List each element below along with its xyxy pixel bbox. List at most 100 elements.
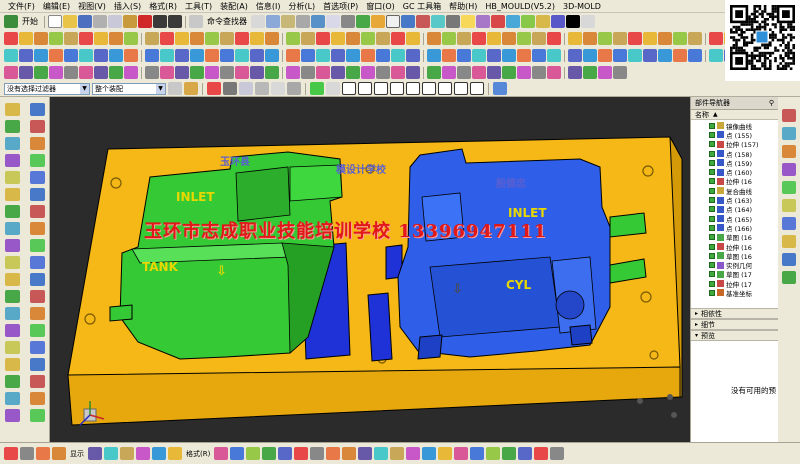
visibility-checkbox[interactable]	[709, 206, 715, 213]
tree-node[interactable]: 草图 (16	[691, 251, 778, 261]
trim-icon[interactable]	[5, 375, 20, 388]
shell-icon[interactable]	[190, 49, 204, 62]
analysis-icon[interactable]	[454, 447, 469, 460]
palette-icon[interactable]	[782, 253, 796, 266]
visibility-checkbox[interactable]	[709, 289, 715, 296]
layer-copy-icon[interactable]	[64, 66, 78, 79]
pad-icon[interactable]	[79, 49, 93, 62]
visibility-checkbox[interactable]	[709, 122, 715, 129]
offset-icon[interactable]	[310, 447, 325, 460]
bottom-display-label[interactable]: 显示	[68, 449, 86, 459]
vertex-snap-icon[interactable]	[310, 82, 324, 95]
menu-item-11[interactable]: GC 工具箱	[399, 1, 445, 12]
move-icon[interactable]	[390, 447, 405, 460]
window-icon[interactable]	[266, 15, 280, 28]
thicken-sheet-icon[interactable]	[406, 49, 420, 62]
reorder-icon[interactable]	[190, 66, 204, 79]
black-square-icon[interactable]	[566, 15, 580, 28]
measure-icon[interactable]	[5, 256, 20, 269]
visibility-checkbox[interactable]	[709, 178, 715, 185]
info-icon[interactable]	[30, 256, 45, 269]
boss-icon[interactable]	[49, 49, 63, 62]
menu-item-7[interactable]: 信息(I)	[252, 1, 285, 12]
menu-item-4[interactable]: 格式(R)	[145, 1, 181, 12]
spline-icon[interactable]	[49, 32, 63, 45]
menu-item-6[interactable]: 装配(A)	[216, 1, 252, 12]
swept-icon[interactable]	[457, 49, 471, 62]
text-icon[interactable]	[316, 32, 330, 45]
spline-edit-icon[interactable]	[628, 32, 642, 45]
scale-body-icon[interactable]	[346, 49, 360, 62]
routing-icon[interactable]	[583, 66, 597, 79]
n-sided-icon[interactable]	[472, 49, 486, 62]
dimension-icon[interactable]	[286, 32, 300, 45]
subtract-icon[interactable]	[265, 49, 279, 62]
dropdown-icon[interactable]	[581, 15, 595, 28]
tree-node[interactable]: 拉伸 (16	[691, 242, 778, 252]
visibility-checkbox[interactable]	[709, 169, 715, 176]
spline-icon[interactable]	[278, 447, 293, 460]
suppress-icon[interactable]	[547, 49, 561, 62]
menu-item-8[interactable]: 分析(L)	[284, 1, 319, 12]
right-view-icon[interactable]	[30, 154, 45, 167]
extract-geometry-icon[interactable]	[391, 49, 405, 62]
wrap-curve-icon[interactable]	[547, 32, 561, 45]
top-view-icon[interactable]	[30, 137, 45, 150]
tree-node[interactable]: 拉伸 (157)	[691, 140, 778, 149]
start-icon[interactable]	[4, 15, 18, 28]
lifter-icon[interactable]	[376, 66, 390, 79]
tree-node[interactable]: 点 (166)	[691, 223, 778, 233]
front-view-icon[interactable]	[5, 154, 20, 167]
sphere-icon[interactable]	[30, 307, 45, 320]
replace-feature-icon[interactable]	[205, 66, 219, 79]
bounding-box-icon[interactable]	[598, 32, 612, 45]
face-analysis-icon[interactable]	[30, 205, 45, 218]
corner-icon[interactable]	[374, 447, 389, 460]
tree-node[interactable]: 拉伸 (16	[691, 177, 778, 186]
sketch-icon[interactable]	[265, 32, 279, 45]
section-view-icon[interactable]	[658, 49, 672, 62]
resize-blend-icon[interactable]	[643, 49, 657, 62]
visibility-checkbox[interactable]	[709, 141, 715, 148]
rotate-view-icon[interactable]	[30, 120, 45, 133]
cooling-icon[interactable]	[442, 66, 456, 79]
sew-icon[interactable]	[316, 49, 330, 62]
role-icon[interactable]	[782, 235, 796, 248]
hole-icon[interactable]	[34, 49, 48, 62]
view-icon[interactable]	[401, 15, 415, 28]
section-icon[interactable]	[416, 15, 430, 28]
parting-surface-icon[interactable]	[286, 66, 300, 79]
pocket-icon[interactable]	[64, 49, 78, 62]
visibility-checkbox[interactable]	[709, 271, 715, 278]
trim-body-icon[interactable]	[220, 49, 234, 62]
menu-item-13[interactable]: HB_MOULD(V5.2)	[481, 2, 559, 11]
isoparametric-icon[interactable]	[472, 32, 486, 45]
bottom-format-label[interactable]: 格式(R)	[184, 449, 212, 459]
wave-link-icon[interactable]	[643, 32, 657, 45]
visibility-checkbox[interactable]	[709, 243, 715, 250]
extend-curve-icon[interactable]	[406, 32, 420, 45]
mid-point-icon[interactable]	[358, 82, 372, 95]
section-dependencies[interactable]: ▸ 相依性	[691, 308, 778, 319]
conic-icon[interactable]	[346, 32, 360, 45]
point-icon[interactable]	[294, 447, 309, 460]
tree-node[interactable]: 点 (160)	[691, 167, 778, 177]
mold-base-icon[interactable]	[316, 66, 330, 79]
select-icon[interactable]	[5, 103, 20, 116]
color-icon[interactable]	[431, 15, 445, 28]
measure-distance-icon[interactable]	[673, 49, 687, 62]
sweep-icon[interactable]	[688, 32, 702, 45]
wcs-display-icon[interactable]	[20, 447, 34, 460]
tree-node[interactable]: 草图 (16	[691, 233, 778, 242]
studio-icon[interactable]	[5, 205, 20, 218]
tree-node[interactable]: 点 (159)	[691, 158, 778, 168]
ejector-pin-icon[interactable]	[346, 66, 360, 79]
shell-icon[interactable]	[5, 358, 20, 371]
trim-curve-icon[interactable]	[145, 32, 159, 45]
color-palette-icon[interactable]	[30, 239, 45, 252]
visibility-checkbox[interactable]	[709, 234, 715, 241]
thicken-icon[interactable]	[709, 32, 723, 45]
point-set-icon[interactable]	[532, 32, 546, 45]
motion-icon[interactable]	[598, 66, 612, 79]
end-point-icon[interactable]	[342, 82, 356, 95]
